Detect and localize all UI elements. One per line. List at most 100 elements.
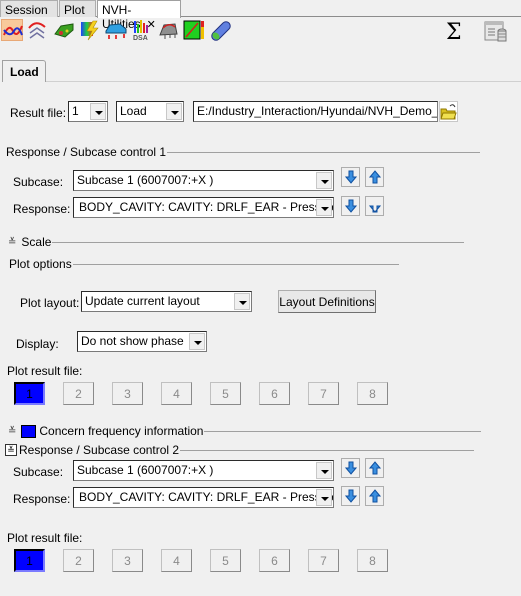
plot-result-file-button-3[interactable]: 3 [112,549,143,572]
plot-result-file-label: Plot result file: [7,364,83,378]
plot-layout-label: Plot layout: [20,296,80,310]
subcase-select-2[interactable]: Subcase 1 (6007007:+X ) [73,460,334,481]
plot-result-file-button-8[interactable]: 8 [357,549,388,572]
plot-result-file-button-6[interactable]: 6 [259,549,290,572]
response-label: Response: [13,492,71,506]
section-title: Response / Subcase control 1 [6,145,167,159]
select-value: BODY_CAVITY: CAVITY: DRLF_EAR - Pressure [79,490,334,504]
tab-plot[interactable]: Plot [59,0,96,17]
chevron-down-icon[interactable] [234,293,250,310]
select-value: Subcase 1 (6007007:+X ) [77,173,214,187]
plot-result-file-button-4[interactable]: 4 [161,382,192,405]
arrow-down-icon [344,489,357,503]
response-next-button[interactable] [341,196,360,216]
plot-result-file-button-2[interactable]: 2 [63,549,94,572]
plot-result-file-label: Plot result file: [7,531,83,545]
modal-participation-icon[interactable] [105,19,127,41]
panel-contribution-icon[interactable] [53,19,75,41]
select-value: Load [120,104,147,118]
arrow-down-icon [344,170,357,184]
plot-result-file-button-4[interactable]: 4 [161,549,192,572]
fft-curve-icon[interactable] [1,19,23,41]
subcase-select-1[interactable]: Subcase 1 (6007007:+X ) [73,170,334,191]
display-select[interactable]: Do not show phase [77,331,207,352]
tab-label: Load [10,65,39,79]
chevron-down-icon[interactable] [90,103,106,120]
concern-color-swatch[interactable] [21,424,37,438]
grid-participation-icon[interactable] [157,19,179,41]
section-divider [52,241,465,243]
select-value: BODY_CAVITY: CAVITY: DRLF_EAR - Pressure [79,200,334,214]
tab-session[interactable]: Session [0,0,58,17]
expand-chevron-icon[interactable]: ≚ [8,426,16,437]
arrow-up-icon [368,170,381,184]
subcase-next-button[interactable] [341,167,360,187]
tab-load[interactable]: Load [2,60,46,82]
arrow-down-icon [344,199,357,213]
plot-result-file-button-8[interactable]: 8 [357,382,388,405]
select-value: 1 [72,104,79,118]
button-label: Layout Definitions [279,294,375,309]
arrow-up-icon [368,461,381,475]
section-divider [204,430,482,432]
expand-chevron-icon[interactable]: ≚ [8,237,16,248]
transfer-path-icon[interactable] [183,19,205,41]
subcase-next-button[interactable] [341,458,360,478]
response-select-2[interactable]: BODY_CAVITY: CAVITY: DRLF_EAR - Pressure [73,487,334,508]
chevron-down-icon[interactable] [316,172,332,189]
response-prev-button[interactable] [365,486,384,506]
folder-open-icon [440,104,457,120]
layout-definitions-button[interactable]: Layout Definitions [278,290,376,313]
tab-nvh-utilities[interactable]: NVH-Utilities ✕ [97,0,181,31]
energy-spectrum-icon[interactable] [79,19,101,41]
result-file-mode-select[interactable]: Load [116,101,184,122]
dsa-label: DSA [133,35,148,41]
subcase-prev-button[interactable] [365,458,384,478]
response-next-button[interactable] [341,486,360,506]
chevron-down-icon[interactable] [316,199,332,216]
result-file-path-input[interactable]: E:/Industry_Interaction/Hyundai/NVH_Demo… [193,101,438,122]
chevron-down-icon[interactable] [189,333,205,350]
plot-result-file-button-1[interactable]: 1 [14,382,45,405]
arrow-up-icon [368,489,381,503]
section-plot-options: Plot options [9,257,399,271]
dsa-icon[interactable]: DSA [131,19,153,42]
chevron-down-icon[interactable] [316,489,332,506]
subcase-prev-button[interactable] [365,167,384,187]
section-title: Response / Subcase control 2 [19,443,180,457]
open-folder-button[interactable] [439,101,458,122]
plot-result-file-button-7[interactable]: 7 [308,382,339,405]
select-value: Update current layout [85,294,200,308]
subcase-label: Subcase: [13,175,64,189]
plot-result-file-button-6[interactable]: 6 [259,382,290,405]
plot-result-file-button-5[interactable]: 5 [210,382,241,405]
section-scale[interactable]: ≚ Scale [8,235,465,249]
plot-result-file-button-1[interactable]: 1 [14,549,45,572]
cylinder-model-icon[interactable] [209,19,231,41]
plot-result-file-button-7[interactable]: 7 [308,549,339,572]
response-label: Response: [13,202,71,216]
chevron-down-icon[interactable] [316,462,332,479]
section-title: Scale [21,235,52,249]
plot-result-file-button-3[interactable]: 3 [112,382,143,405]
database-table-icon[interactable] [484,21,508,46]
chevron-down-icon[interactable] [166,103,182,120]
plot-result-file-button-5[interactable]: 5 [210,549,241,572]
section-title: Concern frequency information [39,424,204,438]
plot-result-file-button-2[interactable]: 2 [63,382,94,405]
result-file-number-select[interactable]: 1 [68,101,108,122]
display-label: Display: [16,337,59,351]
sigma-icon[interactable]: Σ [446,20,462,45]
waterfall-icon[interactable] [27,19,49,41]
section-concern-frequency[interactable]: ≚ Concern frequency information [8,424,482,438]
plot-layout-select[interactable]: Update current layout [81,291,252,312]
section-divider [180,449,475,451]
expand-chevron-icon[interactable]: ≚ [5,444,17,456]
response-select-1[interactable]: BODY_CAVITY: CAVITY: DRLF_EAR - Pressure [73,197,334,218]
tab-label: Session [5,3,48,17]
select-value: Do not show phase [81,334,184,348]
select-value: Subcase 1 (6007007:+X ) [77,463,214,477]
response-prev-button[interactable] [365,196,384,216]
section-divider [167,151,481,153]
section-response-subcase-2[interactable]: ≚ Response / Subcase control 2 [5,443,475,457]
